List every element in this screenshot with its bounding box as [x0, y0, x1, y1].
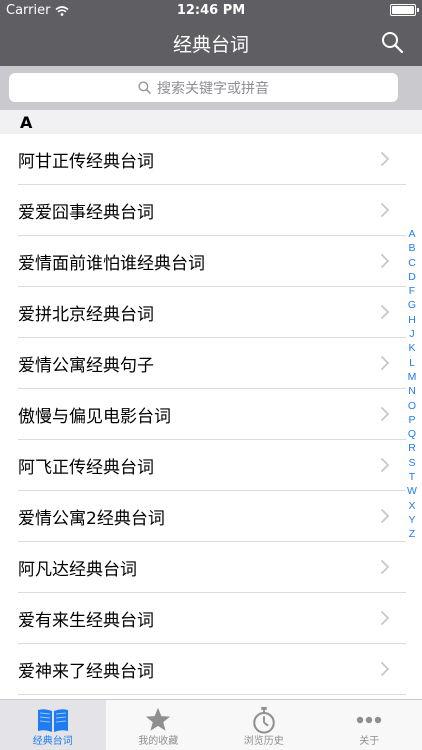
tab-label: 浏览历史 [243, 736, 284, 747]
index-letter[interactable]: W [407, 484, 417, 498]
tab-favorites[interactable]: 我的收藏 [106, 700, 212, 750]
index-letter[interactable]: Z [409, 527, 415, 541]
quote-list: 阿甘正传经典台词 爱爱囧事经典台词 爱情面前谁怕谁经典台词 爱拼北京经典台词 爱… [0, 134, 422, 695]
index-letter[interactable]: N [408, 384, 416, 398]
tab-about[interactable]: 关于 [317, 700, 422, 750]
index-letter[interactable]: G [408, 298, 416, 312]
list-item[interactable]: 爱拼北京经典台词 [0, 287, 422, 338]
tab-quotes[interactable]: 经典台词 [0, 700, 106, 750]
index-letter[interactable]: O [408, 399, 416, 413]
list-item-label: 阿凡达经典台词 [18, 560, 137, 580]
more-icon [357, 716, 382, 724]
list-item[interactable]: 爱情公寓2经典台词 [0, 491, 422, 542]
index-letter[interactable]: M [408, 370, 417, 384]
list-item-label: 爱情公寓2经典台词 [18, 509, 165, 529]
list-item-label: 傲慢与偏见电影台词 [18, 407, 171, 427]
section-header: A [0, 110, 422, 134]
chevron-right-icon [380, 457, 390, 473]
index-letter[interactable]: R [408, 441, 416, 455]
index-letter[interactable]: A [408, 227, 415, 241]
index-letter[interactable]: J [409, 327, 414, 341]
chevron-right-icon [380, 559, 390, 575]
list-item[interactable]: 阿甘正传经典台词 [0, 134, 422, 185]
chevron-right-icon [380, 355, 390, 371]
chevron-right-icon [380, 406, 390, 422]
chevron-right-icon [380, 610, 390, 626]
tab-label: 关于 [359, 736, 380, 747]
list-item[interactable]: 爱神来了经典台词 [0, 644, 422, 695]
search-icon[interactable] [380, 30, 404, 54]
status-time: 12:46 PM [176, 3, 246, 18]
page-title: 经典台词 [172, 34, 249, 56]
chevron-right-icon [380, 151, 390, 167]
index-letter[interactable]: D [408, 270, 416, 284]
index-letter[interactable]: P [408, 413, 415, 427]
chevron-right-icon [380, 304, 390, 320]
section-index-bar[interactable]: ABCDFGHJKLMNOPQRSTWXYZ [405, 227, 419, 542]
search-input[interactable]: 搜索关键字或拼音 [9, 73, 398, 102]
tab-history[interactable]: 浏览历史 [211, 700, 317, 750]
list-item-label: 阿飞正传经典台词 [18, 458, 154, 478]
navigation-bar: Carrier 12:46 PM 经典台词 [0, 0, 422, 66]
list-item[interactable]: 傲慢与偏见电影台词 [0, 389, 422, 440]
status-bar: Carrier 12:46 PM [0, 0, 422, 22]
list-item[interactable]: 爱有来生经典台词 [0, 593, 422, 644]
star-icon [146, 707, 171, 731]
magnifier-icon [138, 81, 151, 94]
tab-label: 经典台词 [32, 736, 73, 747]
section-header-label: A [20, 113, 33, 132]
list-item-label: 爱爱囧事经典台词 [18, 203, 154, 223]
chevron-right-icon [380, 253, 390, 269]
index-letter[interactable]: Y [408, 513, 415, 527]
list-item[interactable]: 爱情面前谁怕谁经典台词 [0, 236, 422, 287]
list-item-label: 爱有来生经典台词 [18, 611, 154, 631]
chevron-right-icon [380, 661, 390, 677]
list-item-label: 爱情公寓经典句子 [18, 356, 154, 376]
list-item[interactable]: 爱爱囧事经典台词 [0, 185, 422, 236]
list-item-label: 爱神来了经典台词 [18, 662, 154, 682]
index-letter[interactable]: H [408, 313, 416, 327]
index-letter[interactable]: F [409, 284, 415, 298]
battery-icon [390, 4, 419, 16]
list-item[interactable]: 爱情公寓经典句子 [0, 338, 422, 389]
index-letter[interactable]: K [408, 341, 415, 355]
search-placeholder: 搜索关键字或拼音 [157, 80, 269, 97]
index-letter[interactable]: T [409, 470, 415, 484]
list-item-label: 爱拼北京经典台词 [18, 305, 154, 325]
list-item[interactable]: 阿凡达经典台词 [0, 542, 422, 593]
index-letter[interactable]: C [408, 256, 416, 270]
index-letter[interactable]: B [408, 241, 415, 255]
list-item[interactable]: 阿飞正传经典台词 [0, 440, 422, 491]
tab-label: 我的收藏 [138, 736, 179, 747]
chevron-right-icon [380, 508, 390, 524]
index-letter[interactable]: L [409, 356, 415, 370]
index-letter[interactable]: S [408, 456, 415, 470]
list-item-label: 阿甘正传经典台词 [18, 152, 154, 172]
chevron-right-icon [380, 202, 390, 218]
tab-bar: 经典台词 我的收藏 浏览历史 关于 [0, 699, 422, 750]
index-letter[interactable]: Q [408, 427, 416, 441]
stopwatch-icon [252, 707, 275, 734]
index-letter[interactable]: X [408, 499, 415, 513]
list-item-label: 爱情面前谁怕谁经典台词 [18, 254, 205, 274]
search-bar: 搜索关键字或拼音 [0, 66, 422, 110]
book-icon [37, 709, 68, 732]
